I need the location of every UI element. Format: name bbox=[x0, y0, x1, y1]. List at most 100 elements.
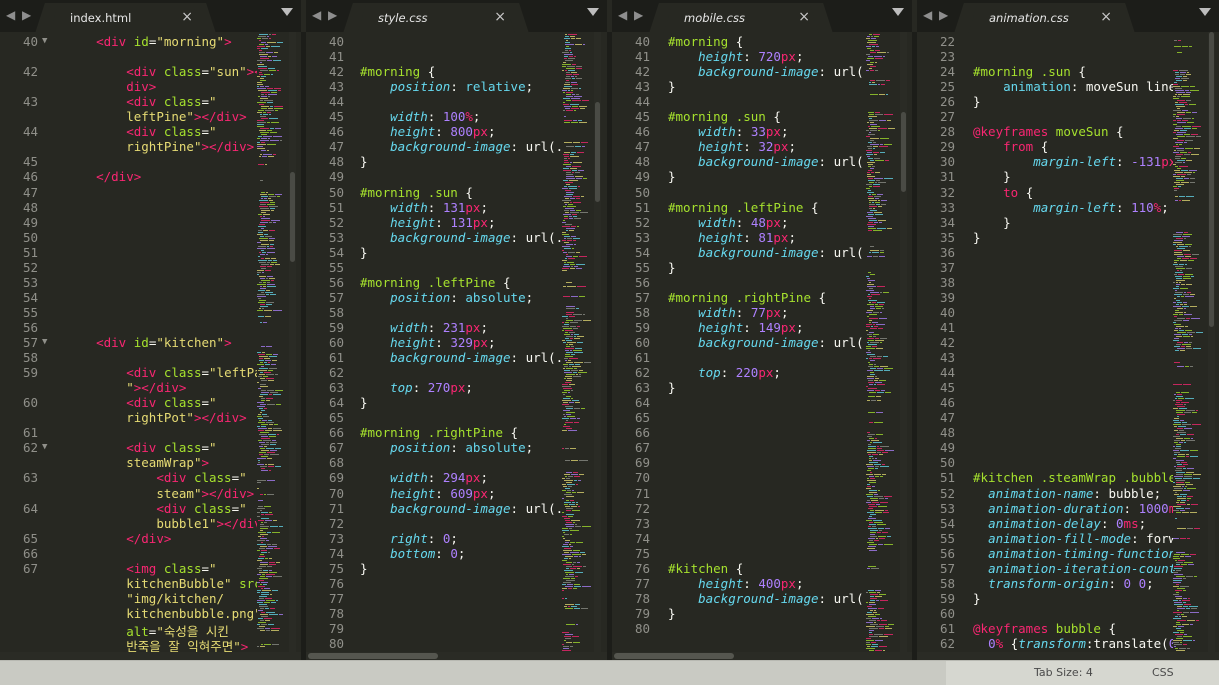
line-number: 49 bbox=[328, 169, 344, 185]
code-area[interactable]: #morning { height: 720px; background-ima… bbox=[662, 32, 866, 652]
tab-list-dropdown-icon[interactable] bbox=[892, 8, 904, 16]
tab-size-indicator[interactable]: Tab Size: 4 bbox=[1034, 666, 1093, 679]
scrollbar-thumb[interactable] bbox=[901, 112, 906, 192]
code-token: 1000 bbox=[1138, 500, 1169, 516]
code-token: kitchenBubble" bbox=[126, 575, 232, 591]
file-tab-label: index.html bbox=[70, 11, 132, 25]
minimap[interactable] bbox=[562, 32, 592, 652]
syntax-indicator[interactable]: CSS bbox=[1152, 666, 1174, 679]
line-number: 55 bbox=[939, 530, 955, 546]
scrollbar-thumb[interactable] bbox=[614, 653, 734, 659]
vertical-scrollbar[interactable] bbox=[1208, 32, 1215, 652]
code-token: class bbox=[163, 365, 202, 381]
minimap[interactable] bbox=[866, 32, 896, 652]
tab-list-dropdown-icon[interactable] bbox=[587, 8, 599, 16]
scroll-tabs-right-icon[interactable]: ▶ bbox=[328, 8, 337, 22]
code-token: height bbox=[390, 335, 436, 350]
code-token: } bbox=[668, 380, 676, 396]
code-token: class bbox=[193, 470, 232, 486]
editor-pane-4[interactable]: ◀ ▶ animation.css × 22 23 24 25 26 27 28 29 30 31 32 33… bbox=[917, 0, 1219, 660]
editor-pane-2[interactable]: ◀ ▶ style.css × 40 41 42 43 44 45 46 47 48 49 50 51 52 53… bbox=[306, 0, 607, 660]
pane-divider[interactable] bbox=[301, 32, 306, 660]
code-line: } bbox=[668, 169, 676, 184]
fold-arrow-icon[interactable]: ▼ bbox=[42, 36, 47, 46]
fold-arrow-icon[interactable]: ▼ bbox=[42, 337, 47, 347]
code-token: } bbox=[973, 590, 981, 606]
close-tab-icon[interactable]: × bbox=[1100, 9, 1112, 25]
file-tab[interactable]: animation.css × bbox=[967, 3, 1122, 33]
line-number: 61 bbox=[22, 425, 38, 441]
scrollbar-thumb[interactable] bbox=[1209, 32, 1214, 327]
tab-list-dropdown-icon[interactable] bbox=[1199, 8, 1211, 16]
file-tab[interactable]: style.css × bbox=[356, 3, 516, 33]
code-line: } bbox=[973, 94, 981, 109]
vertical-scrollbar[interactable] bbox=[594, 32, 601, 652]
scroll-tabs-left-icon[interactable]: ◀ bbox=[312, 8, 321, 22]
line-number: 53 bbox=[328, 229, 344, 245]
scrollbar-thumb[interactable] bbox=[308, 653, 438, 659]
code-line: transform-origin: 0 0; bbox=[973, 576, 1154, 591]
code-area[interactable]: <div id="morning"> <div class="sun"></ d… bbox=[62, 32, 257, 652]
scroll-tabs-left-icon[interactable]: ◀ bbox=[923, 8, 932, 22]
line-number: 57 bbox=[939, 560, 955, 576]
fold-arrow-icon[interactable]: ▼ bbox=[42, 442, 47, 452]
line-number: 54 bbox=[328, 244, 344, 260]
vertical-scrollbar[interactable] bbox=[289, 32, 296, 652]
code-area[interactable]: #morning .sun { animation: moveSun linea… bbox=[967, 32, 1173, 652]
scroll-tabs-left-icon[interactable]: ◀ bbox=[6, 8, 15, 22]
scrollbar-thumb[interactable] bbox=[290, 172, 295, 262]
line-number: 52 bbox=[22, 259, 38, 275]
close-tab-icon[interactable]: × bbox=[798, 9, 810, 25]
close-tab-icon[interactable]: × bbox=[494, 9, 506, 25]
horizontal-scrollbar[interactable] bbox=[306, 652, 607, 660]
code-area[interactable]: #morning { position: relative; width: 10… bbox=[354, 32, 562, 652]
editor-pane-1[interactable]: ◀ ▶ index.html × 40 ▼ 42 43 44 45 46 47 48 49 50 51 52 53… bbox=[0, 0, 301, 660]
code-token: "sun" bbox=[209, 64, 247, 80]
line-number: 50 bbox=[634, 184, 650, 200]
horizontal-scrollbar[interactable] bbox=[612, 652, 912, 660]
scroll-tabs-right-icon[interactable]: ▶ bbox=[634, 8, 643, 22]
line-number: 35 bbox=[939, 229, 955, 245]
code-token: 800 bbox=[450, 124, 473, 140]
vertical-scrollbar[interactable] bbox=[900, 32, 907, 652]
editor-pane-3[interactable]: ◀ ▶ mobile.css × 40 41 42 43 44 45 46 47 48 49 50 51 52 5… bbox=[612, 0, 912, 660]
close-tab-icon[interactable]: × bbox=[181, 9, 193, 25]
code-token: ; bbox=[788, 229, 796, 245]
code-line: height: 32px; bbox=[668, 139, 796, 154]
minimap[interactable] bbox=[1173, 32, 1205, 652]
pane-divider[interactable] bbox=[607, 32, 612, 660]
code-token: height bbox=[698, 575, 744, 591]
horizontal-scrollbar[interactable] bbox=[917, 652, 1219, 660]
code-token: px bbox=[780, 49, 796, 65]
tab-list-dropdown-icon[interactable] bbox=[281, 8, 293, 16]
file-tab[interactable]: mobile.css × bbox=[662, 3, 820, 33]
line-number: 52 bbox=[939, 485, 955, 501]
minimap[interactable] bbox=[257, 32, 283, 652]
file-tab[interactable]: index.html × bbox=[48, 3, 203, 33]
scroll-tabs-right-icon[interactable]: ▶ bbox=[22, 8, 31, 22]
scroll-tabs-left-icon[interactable]: ◀ bbox=[618, 8, 627, 22]
code-token: { bbox=[803, 199, 819, 215]
pane-divider[interactable] bbox=[912, 32, 917, 660]
code-token: px bbox=[472, 124, 488, 140]
horizontal-scrollbar[interactable] bbox=[0, 652, 301, 660]
code-token: kitchenbubble.png" bbox=[126, 605, 257, 621]
line-number: 33 bbox=[939, 199, 955, 215]
scroll-tabs-right-icon[interactable]: ▶ bbox=[939, 8, 948, 22]
line-number: 40 bbox=[939, 304, 955, 320]
line-number: 56 bbox=[22, 319, 38, 335]
code-token: ; bbox=[795, 575, 804, 591]
scrollbar-thumb[interactable] bbox=[595, 102, 600, 202]
code-token: #morning .rightPine bbox=[668, 289, 811, 305]
line-number: 58 bbox=[634, 304, 650, 320]
